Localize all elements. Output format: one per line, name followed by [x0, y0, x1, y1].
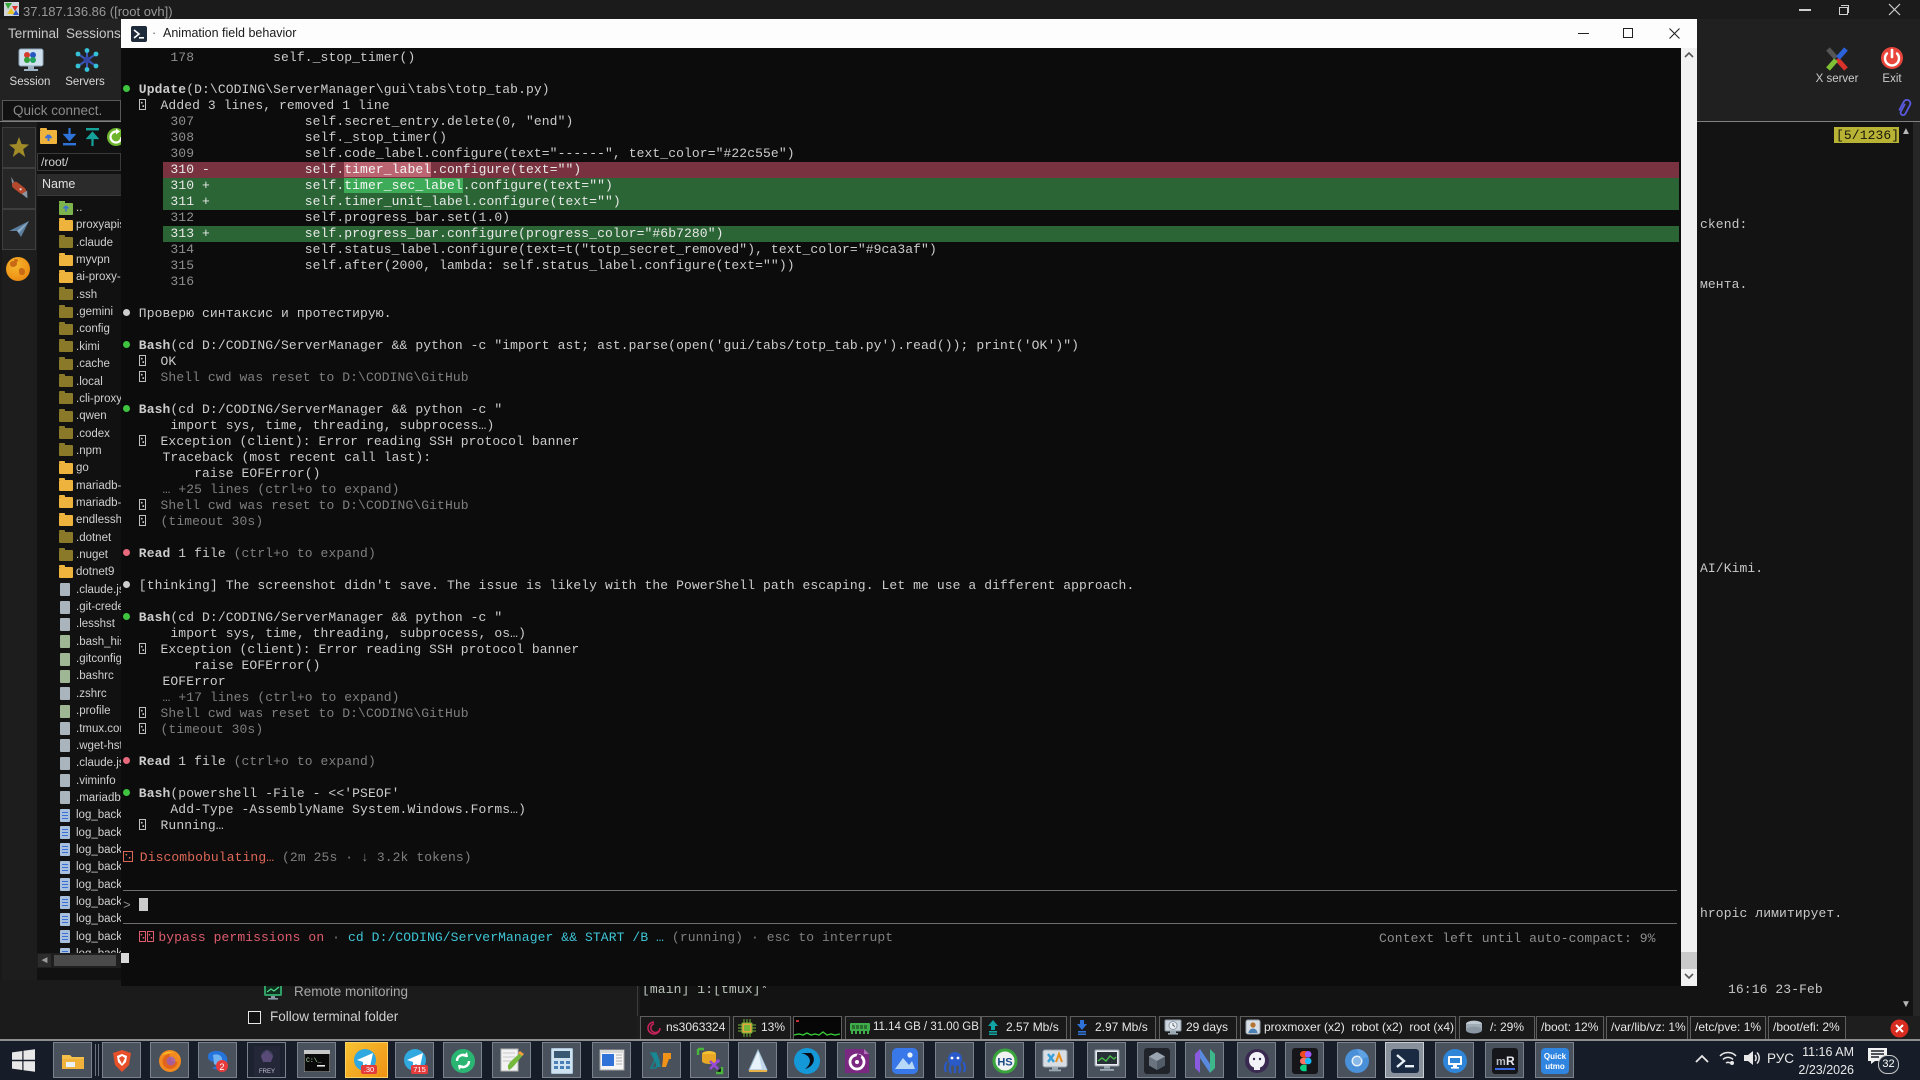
svg-text:HS: HS: [997, 1057, 1012, 1069]
svg-text:2: 2: [219, 1062, 224, 1072]
svg-text:.30: .30: [364, 1065, 374, 1074]
svg-text:715: 715: [413, 1065, 426, 1074]
svg-text:m: m: [1496, 1056, 1506, 1068]
svg-text:utmo: utmo: [1545, 1062, 1565, 1071]
svg-text:Quick: Quick: [1544, 1052, 1567, 1061]
svg-text:R: R: [1506, 1054, 1515, 1068]
svg-text:C:\_: C:\_: [306, 1057, 322, 1064]
svg-text:FREY: FREY: [259, 1069, 275, 1075]
